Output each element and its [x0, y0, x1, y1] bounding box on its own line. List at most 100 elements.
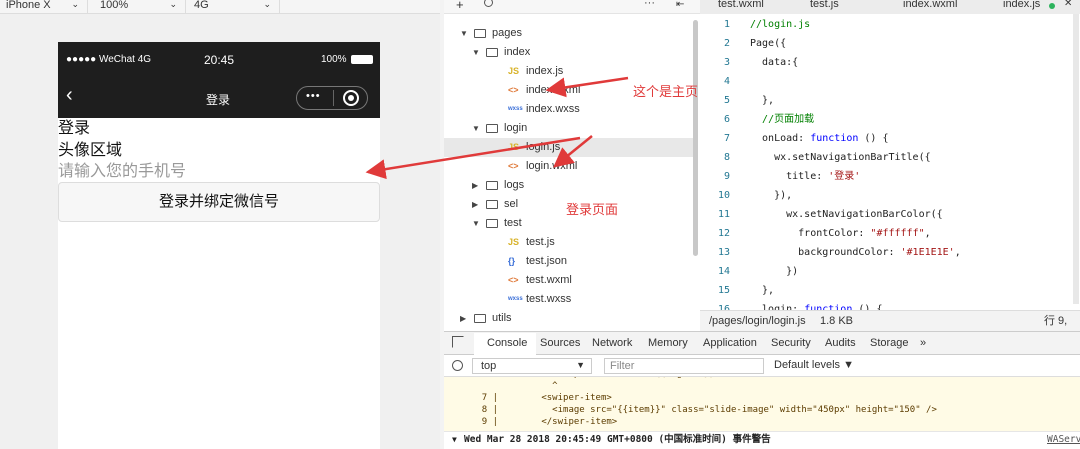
code-line: 2 Page({ [700, 34, 1080, 53]
tree-file-test-json[interactable]: {} test.json [444, 252, 694, 271]
tab-test-js[interactable]: test.js [810, 0, 839, 10]
collapsed-caret-icon[interactable]: ▶ [460, 309, 466, 328]
file-tree-scrollbar[interactable] [693, 20, 698, 256]
devtools-tab-sources[interactable]: Sources [540, 337, 580, 349]
tab-test-wxml[interactable]: test.wxml [718, 0, 764, 10]
devtools-more-tabs[interactable]: » [920, 337, 926, 349]
capsule-divider [333, 90, 334, 106]
chevron-down-icon: ⌄ [71, 0, 79, 9]
wxss-file-icon: wxss [508, 296, 523, 302]
file-tree-toolbar: + ··· ⇤ [444, 0, 700, 14]
file-path: /pages/login/login.js [709, 315, 806, 327]
devtools-tab-network[interactable]: Network [592, 337, 632, 349]
editor-scrollbar[interactable] [1073, 14, 1079, 304]
line-number: 4 [723, 76, 730, 87]
phone-input[interactable]: 请输入您的手机号 [58, 162, 380, 182]
close-dot [348, 95, 354, 101]
code-line: 8 wx.setNavigationBarTitle({ [700, 148, 1080, 167]
folder-icon [474, 29, 486, 38]
js-file-icon: JS [508, 66, 520, 76]
expanded-caret-icon[interactable]: ▼ [460, 24, 468, 43]
console-line-text: <swiper-item> [498, 393, 612, 403]
tree-file-login-wxml[interactable]: <> login.wxml [444, 157, 694, 176]
tree-item-label: test.js [526, 236, 555, 248]
tree-folder-index[interactable]: ▼ index [444, 43, 694, 62]
add-file-icon[interactable]: + [456, 0, 464, 12]
device-select[interactable]: iPhone X ⌄ [0, 0, 88, 13]
tab-index-wxml[interactable]: index.wxml [903, 0, 957, 10]
devtools-tab-console[interactable]: Console [487, 337, 527, 349]
tree-file-index-js[interactable]: JS index.js [444, 62, 694, 81]
login-bind-button[interactable]: 登录并绑定微信号 [58, 182, 380, 222]
expanded-caret-icon[interactable]: ▼ [472, 214, 480, 233]
expand-icon[interactable]: ▼ [452, 432, 457, 448]
code-line: 11 wx.setNavigationBarColor({ [700, 205, 1080, 224]
search-icon[interactable] [484, 0, 493, 7]
tree-folder-login[interactable]: ▼ login [444, 119, 694, 138]
more-options-icon[interactable]: ··· [644, 0, 655, 9]
console-line-text: <image src="{{item}}" class="slide-image… [498, 405, 937, 415]
chevron-down-icon: ⌄ [169, 0, 177, 9]
code-text: Page({ [750, 38, 787, 49]
code-text: backgroundColor: '#1E1E1E', [750, 247, 961, 258]
collapsed-caret-icon[interactable]: ▶ [472, 176, 478, 195]
json-file-icon: {} [508, 256, 516, 266]
console-output: <swiper-item> ... "{{imgUrls}}" > ^7 | <… [444, 377, 1080, 431]
collapse-icon[interactable]: ⇤ [676, 0, 684, 10]
tree-folder-logs[interactable]: ▶ logs [444, 176, 694, 195]
tree-file-index-wxss[interactable]: wxss index.wxss [444, 100, 694, 119]
tree-file-test-wxml[interactable]: <> test.wxml [444, 271, 694, 290]
line-number: 6 [723, 114, 730, 125]
console-line-number: 7 | [481, 393, 498, 403]
tree-file-login-js[interactable]: JS login.js [444, 138, 694, 157]
filter-input[interactable]: Filter [604, 358, 764, 374]
devtools-tab-memory[interactable]: Memory [648, 337, 688, 349]
zoom-select-value: 100% [100, 0, 129, 11]
code-text: //login.js [750, 19, 811, 30]
code-text: }) [750, 266, 799, 277]
close-circle-icon[interactable] [343, 90, 359, 106]
expanded-caret-icon[interactable]: ▼ [472, 43, 480, 62]
warning-source-link[interactable]: WAServ [1047, 432, 1080, 448]
line-number: 10 [717, 190, 730, 201]
code-text: }), [750, 190, 793, 201]
close-tab-icon[interactable]: ✕ [1064, 0, 1072, 9]
tree-folder-pages[interactable]: ▼ pages [444, 24, 694, 43]
code-editor[interactable]: 1//login.js 2 Page({3 data:{4 5 }, 6 //页面加载 7… [700, 14, 1080, 310]
console-line-text: <swiper-item> ... "{{imgUrls}}" > [498, 377, 731, 379]
tree-file-test-js[interactable]: JS test.js [444, 233, 694, 252]
devtools-tab-security[interactable]: Security [771, 337, 811, 349]
context-select[interactable]: top ▼ [472, 358, 592, 374]
code-text: frontColor: "#ffffff", [750, 228, 931, 239]
levels-select[interactable]: Default levels ▼ [774, 359, 854, 371]
devtools-tab-audits[interactable]: Audits [825, 337, 856, 349]
devtools-tab-storage[interactable]: Storage [870, 337, 909, 349]
network-select[interactable]: 4G ⌄ [188, 0, 280, 13]
tree-file-test-wxss[interactable]: wxss test.wxss [444, 290, 694, 309]
code-line: 7 onLoad: function () { [700, 129, 1080, 148]
inspect-icon[interactable] [452, 336, 464, 348]
code-line: 4 [700, 72, 1080, 91]
line-number: 14 [717, 266, 730, 277]
zoom-select[interactable]: 100% ⌄ [94, 0, 186, 13]
code-text: onLoad: function () { [750, 133, 889, 144]
collapsed-caret-icon[interactable]: ▶ [472, 195, 478, 214]
console-line-text: </swiper-item> [498, 417, 618, 427]
devtools-tab-application[interactable]: Application [703, 337, 757, 349]
more-icon[interactable]: ••• [306, 90, 321, 102]
code-text: wx.setNavigationBarTitle({ [750, 152, 931, 163]
phone-status-bar: ●●●●● WeChat 4G 20:45 100% [58, 42, 380, 76]
folder-icon [486, 124, 498, 133]
tab-index-js[interactable]: index.js [1003, 0, 1040, 10]
line-number: 11 [717, 209, 730, 220]
file-size: 1.8 KB [820, 315, 854, 327]
tree-folder-utils[interactable]: ▶ utils [444, 309, 694, 328]
expanded-caret-icon[interactable]: ▼ [472, 119, 480, 138]
folder-icon [486, 200, 498, 209]
code-line: 1 //login.js [700, 15, 1080, 34]
tree-item-label: sel [504, 198, 519, 210]
clear-console-icon[interactable] [452, 360, 463, 371]
back-icon[interactable]: ‹ [66, 85, 73, 105]
wxml-file-icon: <> [508, 85, 519, 95]
console-line-number: 8 | [481, 405, 498, 415]
